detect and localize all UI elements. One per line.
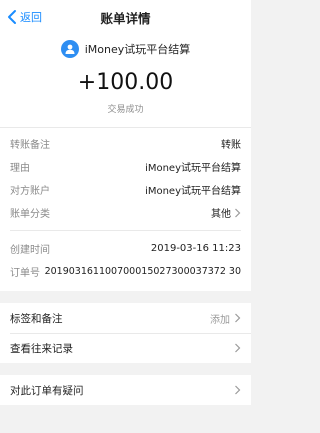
detail-row-category[interactable]: 账单分类 其他 xyxy=(10,201,241,224)
detail-row-created-time: 创建时间 2019-03-16 11:23 xyxy=(10,237,241,260)
transaction-amount: +100.00 xyxy=(77,70,174,95)
detail-label: 账单分类 xyxy=(10,209,50,220)
category-value: 其他 xyxy=(211,209,231,220)
category-selector[interactable]: 其他 xyxy=(211,205,241,220)
order-number: 201903161100700015027300037372 30 xyxy=(44,266,241,277)
detail-value: iMoney试玩平台结算 xyxy=(145,186,241,197)
add-tag-action[interactable]: 添加 xyxy=(210,311,241,326)
detail-row-remark: 转账备注 转账 xyxy=(10,132,241,155)
detail-label: 创建时间 xyxy=(10,245,50,256)
order-question-row[interactable]: 对此订单有疑问 xyxy=(0,375,251,405)
action-list: 标签和备注 添加 查看往来记录 xyxy=(0,303,251,363)
chevron-right-icon xyxy=(235,385,241,395)
tags-and-notes-row[interactable]: 标签和备注 添加 xyxy=(0,303,251,333)
back-button[interactable]: 返回 xyxy=(6,0,42,34)
bill-detail-screen: 返回 账单详情 iMoney试玩平台结算 +100.00 交易成功 转账备注 转… xyxy=(0,0,251,433)
detail-value: iMoney试玩平台结算 xyxy=(145,163,241,174)
chevron-left-icon xyxy=(8,10,16,24)
detail-label: 转账备注 xyxy=(10,140,50,151)
row-chevron xyxy=(234,385,241,395)
detail-label: 订单号 xyxy=(10,268,40,279)
history-label: 查看往来记录 xyxy=(10,342,73,355)
transaction-header: iMoney试玩平台结算 +100.00 交易成功 xyxy=(0,34,251,127)
detail-row-reason: 理由 iMoney试玩平台结算 xyxy=(10,155,241,178)
section-gap xyxy=(0,363,251,375)
avatar xyxy=(60,40,79,58)
detail-row-counterparty: 对方账户 iMoney试玩平台结算 xyxy=(10,178,241,201)
page-title: 账单详情 xyxy=(100,10,151,26)
question-label: 对此订单有疑问 xyxy=(10,384,84,397)
detail-row-order-number: 订单号 201903161100700015027300037372 30 xyxy=(10,260,241,283)
detail-padding xyxy=(10,283,241,291)
detail-list: 转账备注 转账 理由 iMoney试玩平台结算 对方账户 iMoney试玩平台结… xyxy=(0,128,251,291)
chevron-right-icon xyxy=(235,313,241,323)
merchant: iMoney试玩平台结算 xyxy=(0,38,251,60)
tags-label: 标签和备注 xyxy=(10,312,63,325)
view-history-row[interactable]: 查看往来记录 xyxy=(0,333,251,363)
detail-value: 转账 xyxy=(221,140,241,151)
nav-bar: 返回 账单详情 xyxy=(0,0,251,34)
merchant-name: iMoney试玩平台结算 xyxy=(84,43,191,56)
help-list: 对此订单有疑问 xyxy=(0,375,251,405)
row-chevron xyxy=(234,343,241,353)
user-icon xyxy=(65,44,75,54)
transaction-status: 交易成功 xyxy=(107,105,144,115)
chevron-right-icon xyxy=(235,343,241,353)
back-label[interactable]: 返回 xyxy=(20,9,42,25)
detail-label: 理由 xyxy=(10,163,30,174)
add-label: 添加 xyxy=(210,314,230,326)
divider xyxy=(10,230,241,231)
section-gap xyxy=(0,291,251,303)
detail-value: 2019-03-16 11:23 xyxy=(150,243,241,254)
detail-label: 对方账户 xyxy=(10,186,50,197)
chevron-right-icon xyxy=(235,208,241,217)
